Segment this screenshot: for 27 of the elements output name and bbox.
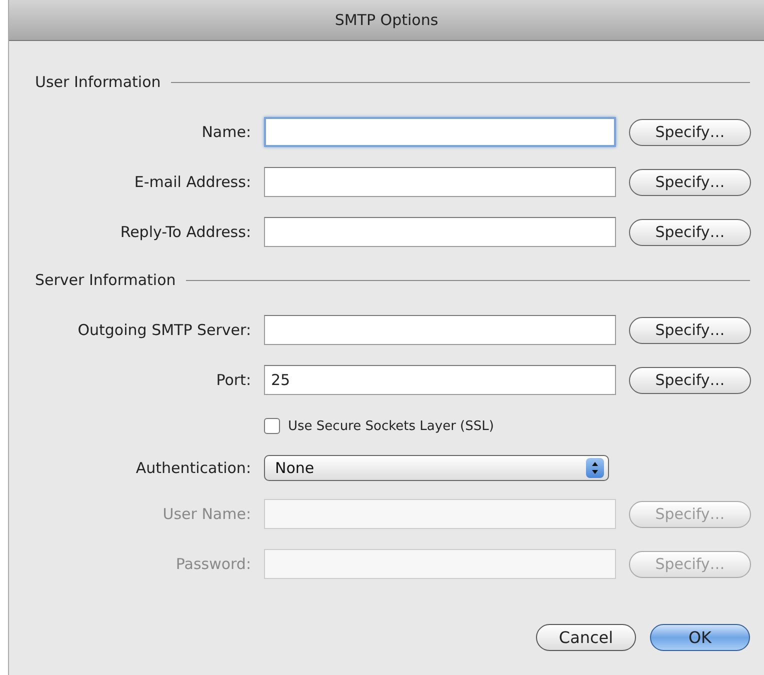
stepper-icon	[591, 461, 599, 475]
field-label: Port:	[215, 371, 251, 389]
specify-button[interactable]: Specify…	[629, 168, 751, 196]
specify-button[interactable]: Specify…	[629, 118, 751, 146]
dialog-button[interactable]: Cancel	[536, 624, 636, 651]
window-title: SMTP Options	[334, 11, 438, 29]
checkbox-label: Use Secure Sockets Layer (SSL)	[288, 418, 494, 434]
input-field[interactable]	[264, 217, 616, 247]
field-label: Password:	[174, 555, 251, 573]
section-title: User Information	[35, 73, 161, 91]
input-field[interactable]: 25	[264, 365, 616, 395]
checkbox[interactable]	[264, 418, 280, 434]
specify-button[interactable]: Specify…	[629, 366, 751, 394]
field-label: Reply-To Address:	[119, 223, 251, 241]
field-label: E-mail Address:	[133, 173, 251, 191]
default-button[interactable]: OK	[650, 624, 750, 651]
field-label: User Name:	[162, 505, 251, 523]
input-field[interactable]	[264, 117, 616, 147]
field-label: Authentication:	[134, 459, 251, 477]
input-field[interactable]	[264, 167, 616, 197]
specify-button[interactable]: Specify…	[629, 218, 751, 246]
specify-button[interactable]: Specify…	[629, 316, 751, 344]
section-title: Server Information	[35, 271, 176, 289]
field-label: Outgoing SMTP Server:	[76, 321, 251, 339]
input-field[interactable]	[264, 315, 616, 345]
authentication-dropdown[interactable]: None	[264, 455, 609, 481]
field-label: Name:	[200, 123, 251, 141]
